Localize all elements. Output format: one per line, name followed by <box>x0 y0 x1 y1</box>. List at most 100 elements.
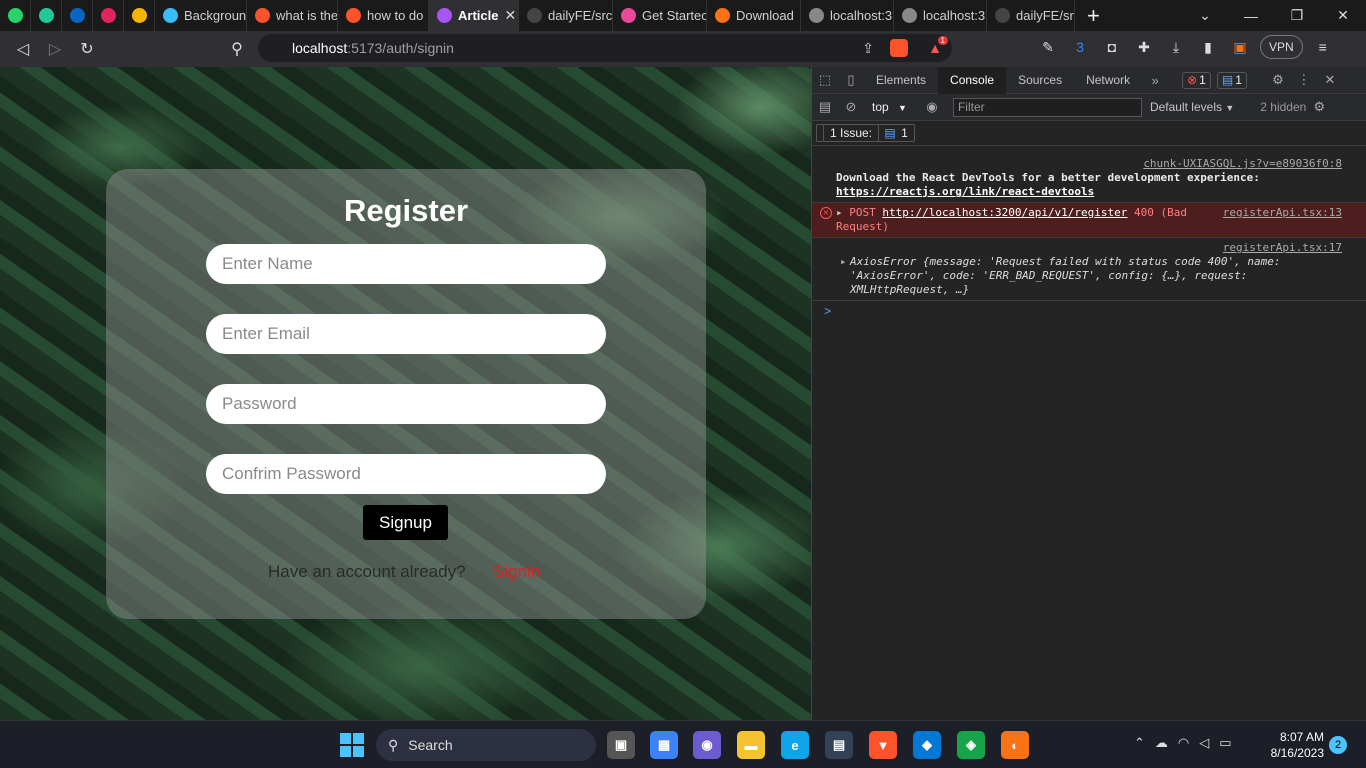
signup-button[interactable]: Signup <box>363 505 448 540</box>
chat-icon[interactable]: ◉ <box>693 731 721 759</box>
sidebar-icon[interactable]: ▮ <box>1196 35 1220 59</box>
address-bar[interactable]: localhost:5173/auth/signin ⇪ ▲ 1 <box>258 34 952 62</box>
browser-tab[interactable]: how to do <box>338 0 429 31</box>
share-icon[interactable]: ⇪ <box>862 40 874 57</box>
pinned-tab[interactable] <box>93 0 124 31</box>
browser-tab[interactable]: dailyFE/src <box>987 0 1075 31</box>
device-toggle-icon[interactable]: ▯ <box>838 72 864 88</box>
task-view-icon[interactable]: ▣ <box>607 731 635 759</box>
source-link[interactable]: registerApi.tsx:13 <box>1223 206 1342 220</box>
browser-tab[interactable]: what is the <box>247 0 338 31</box>
name-field[interactable] <box>206 244 606 284</box>
forward-icon[interactable]: ▷ <box>40 34 70 64</box>
menu-icon[interactable]: ≡ <box>1311 35 1335 59</box>
battery-icon[interactable]: ▭ <box>1219 735 1231 751</box>
pinned-tab[interactable] <box>0 0 31 31</box>
browser-tab[interactable]: Get Startec <box>613 0 707 31</box>
browser-toolbar: ◁ ▷ ↻ ⚲ localhost:5173/auth/signin ⇪ ▲ 1… <box>0 31 1366 67</box>
settings-icon[interactable]: ⚙ <box>1265 72 1291 88</box>
vpn-button[interactable]: VPN <box>1260 35 1303 59</box>
browser-tab[interactable]: Backgroun <box>155 0 247 31</box>
source-link[interactable]: chunk-UXIASGQL.js?v=e89036f0:8 <box>1143 157 1342 171</box>
reload-icon[interactable]: ↻ <box>72 34 102 64</box>
extensions-icon[interactable]: ✚ <box>1132 35 1156 59</box>
console-prompt[interactable]: > <box>812 301 1366 321</box>
email-field[interactable] <box>206 314 606 354</box>
tab-label: how to do <box>367 8 424 23</box>
file-explorer-icon[interactable]: ▬ <box>737 731 765 759</box>
error-icon: ⊗ <box>1187 73 1198 87</box>
message-counter[interactable]: ▤ 1 <box>1216 71 1247 89</box>
postman-icon[interactable]: ◐ <box>1001 731 1029 759</box>
levels-select[interactable]: Default levels ▼ <box>1150 100 1234 114</box>
close-tab-icon[interactable]: ✕ <box>504 7 516 24</box>
request-url[interactable]: http://localhost:3200/api/v1/register <box>882 206 1127 219</box>
devtools-extension-icon[interactable]: ✎ <box>1036 35 1060 59</box>
password-field[interactable] <box>206 384 606 424</box>
pinned-tab[interactable] <box>62 0 93 31</box>
tab-label: Backgroun <box>184 8 247 23</box>
react-icon <box>100 8 116 23</box>
mongodb-icon[interactable]: ◈ <box>957 731 985 759</box>
eye-icon[interactable]: ◉ <box>919 99 945 115</box>
source-link[interactable]: registerApi.tsx:17 <box>1223 241 1342 255</box>
filter-input[interactable]: Filter <box>952 97 1142 117</box>
close-devtools-icon[interactable]: ✕ <box>1317 72 1343 88</box>
minimize-icon[interactable]: — <box>1228 0 1274 31</box>
widgets-icon[interactable]: ▦ <box>650 731 678 759</box>
clear-console-icon[interactable]: ⊘ <box>838 99 864 115</box>
console-settings-icon[interactable]: ⚙ <box>1306 99 1332 115</box>
notification-badge[interactable]: 2 <box>1329 736 1347 754</box>
vscode-icon[interactable]: ◆ <box>913 731 941 759</box>
edge-icon[interactable]: e <box>781 731 809 759</box>
bookmark-icon[interactable]: ⚲ <box>222 34 252 64</box>
onedrive-icon[interactable]: ☁ <box>1155 735 1168 751</box>
css-extension-icon[interactable]: 3 <box>1068 35 1092 59</box>
window-close-icon[interactable]: ✕ <box>1320 0 1366 31</box>
inspect-icon[interactable]: ⬚ <box>812 72 838 88</box>
tab-network[interactable]: Network <box>1074 67 1142 94</box>
expand-triangle-icon[interactable]: ▸ <box>840 255 847 269</box>
tab-console[interactable]: Console <box>938 66 1007 94</box>
signin-link[interactable]: Signin <box>493 562 540 582</box>
new-tab-button[interactable]: + <box>1075 3 1112 29</box>
browser-tab[interactable]: localhost:3 <box>801 0 894 31</box>
devtools-link[interactable]: https://reactjs.org/link/react-devtools <box>836 185 1094 198</box>
github-icon <box>527 8 542 23</box>
tab-label: dailyFE/src <box>548 8 613 23</box>
windows-start-icon[interactable] <box>340 733 364 757</box>
confirm-password-field[interactable] <box>206 454 606 494</box>
taskbar-clock[interactable]: 8:07 AM 8/16/2023 <box>1262 729 1324 761</box>
tab-label: Article <box>458 8 499 23</box>
context-select[interactable]: top ▼ <box>872 100 907 114</box>
screen-extension-icon[interactable]: ◘ <box>1100 35 1124 59</box>
pinned-tab[interactable] <box>31 0 62 31</box>
kebab-menu-icon[interactable]: ⋮ <box>1291 72 1317 88</box>
sidebar-toggle-icon[interactable]: ▤ <box>812 99 838 115</box>
browser-tab[interactable]: localhost:3 <box>894 0 987 31</box>
taskbar-search[interactable]: ⚲ Search <box>376 729 596 761</box>
issues-button[interactable]: 1 Issue: ▤ 1 <box>816 124 915 142</box>
tab-sources[interactable]: Sources <box>1006 67 1074 94</box>
brave-shield-icon[interactable] <box>890 39 908 57</box>
brave-taskbar-icon[interactable]: ▼ <box>869 731 897 759</box>
linkedin-icon <box>69 8 85 23</box>
downloads-icon[interactable]: ⤓ <box>1164 35 1188 59</box>
chevron-up-icon[interactable]: ⌃ <box>1134 735 1145 751</box>
wifi-icon[interactable]: ◠ <box>1178 735 1189 751</box>
brave-icon <box>346 8 361 23</box>
error-counter[interactable]: ⊗ 1 <box>1182 71 1211 89</box>
browser-tab[interactable]: Download <box>707 0 801 31</box>
more-tabs-icon[interactable]: » <box>1142 73 1168 88</box>
browser-tab[interactable]: dailyFE/src <box>519 0 613 31</box>
store-icon[interactable]: ▤ <box>825 731 853 759</box>
maximize-icon[interactable]: ❐ <box>1274 0 1320 31</box>
tab-elements[interactable]: Elements <box>864 67 938 94</box>
wallet-icon[interactable]: ▣ <box>1228 35 1252 59</box>
browser-tab[interactable]: Article ✕ <box>429 0 519 31</box>
volume-icon[interactable]: ◁ <box>1199 735 1209 751</box>
pinned-tab[interactable] <box>124 0 155 31</box>
expand-triangle-icon[interactable]: ▸ <box>836 206 843 219</box>
back-icon[interactable]: ◁ <box>8 34 38 64</box>
tab-search-icon[interactable]: ⌄ <box>1182 0 1228 31</box>
